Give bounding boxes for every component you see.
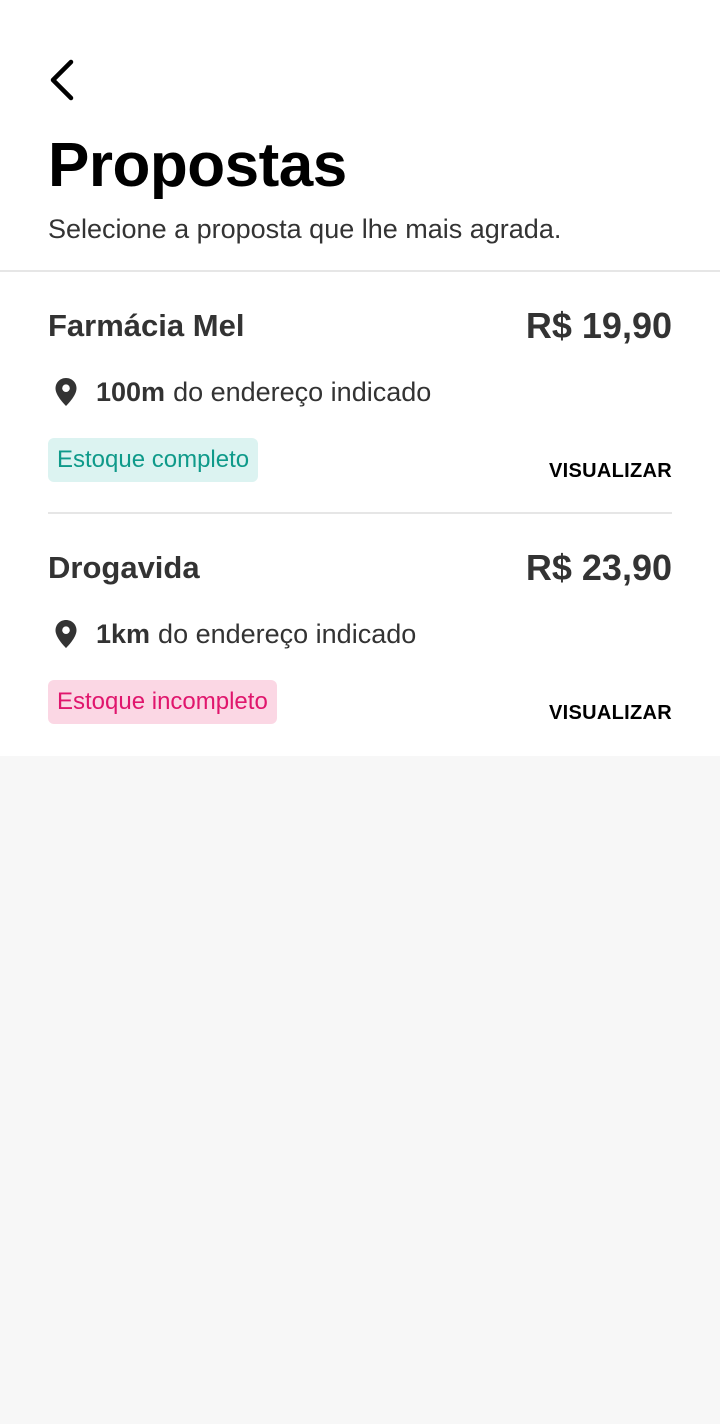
back-button[interactable] [44, 56, 80, 104]
page-header: Propostas Selecione a proposta que lhe m… [0, 0, 720, 270]
store-name: Farmácia Mel [48, 308, 245, 343]
location-pin-icon [50, 618, 82, 650]
stock-status-badge: Estoque incompleto [48, 680, 277, 724]
chevron-left-icon [50, 59, 74, 101]
proposal-price: R$ 19,90 [525, 305, 672, 346]
page-title: Propostas [48, 131, 347, 200]
proposal-price: R$ 23,90 [525, 547, 672, 588]
distance-value: 1km [96, 618, 151, 649]
distance-row: 100m do endereço indicado [48, 372, 431, 412]
proposal-list: Farmácia Mel R$ 19,90 100m do endereço i… [0, 272, 720, 756]
distance-text: do endereço indicado [158, 618, 417, 649]
distance-row: 1km do endereço indicado [48, 614, 416, 654]
distance-text: do endereço indicado [173, 376, 432, 407]
proposal-item: Farmácia Mel R$ 19,90 100m do endereço i… [48, 272, 672, 514]
store-name: Drogavida [48, 550, 200, 585]
proposal-item: Drogavida R$ 23,90 1km do endereço indic… [48, 514, 672, 756]
view-proposal-button[interactable]: VISUALIZAR [549, 700, 672, 726]
page-subtitle: Selecione a proposta que lhe mais agrada… [48, 214, 562, 244]
stock-status-badge: Estoque completo [48, 438, 259, 482]
location-pin-icon [50, 376, 82, 408]
distance-value: 100m [96, 376, 166, 407]
view-proposal-button[interactable]: VISUALIZAR [549, 458, 672, 484]
